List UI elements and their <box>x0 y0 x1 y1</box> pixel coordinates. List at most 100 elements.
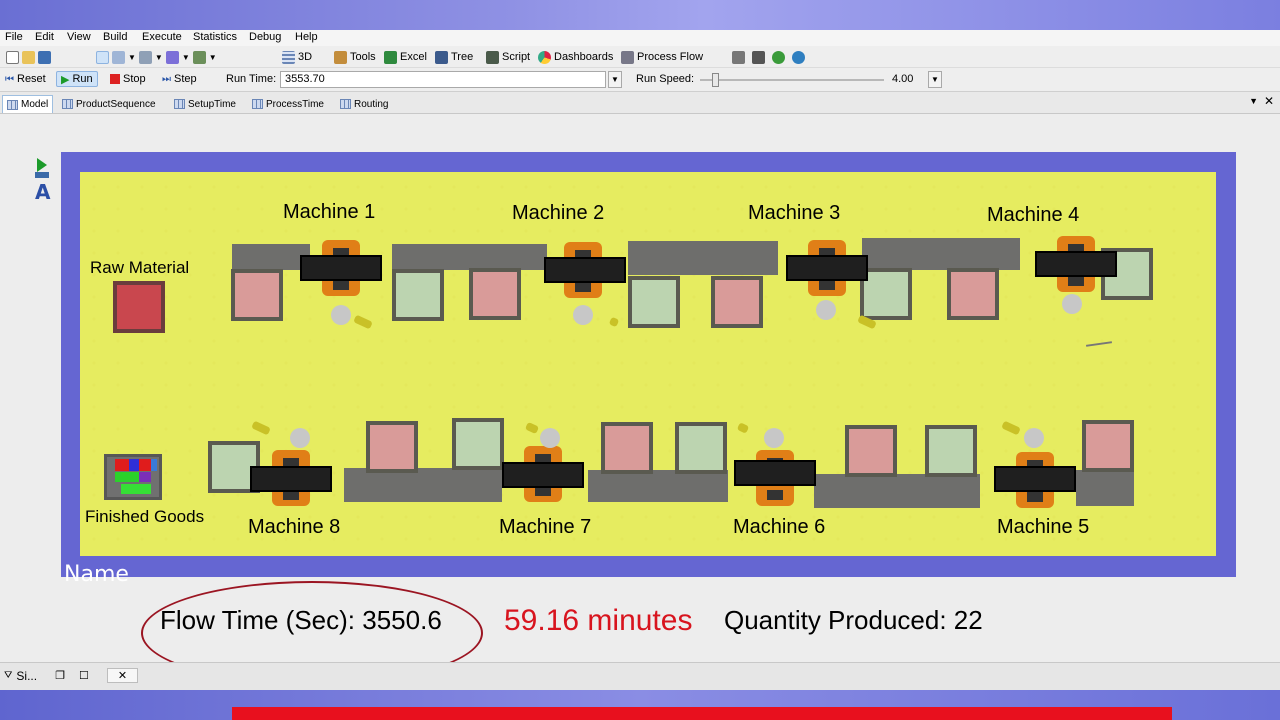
group-icon[interactable] <box>192 50 206 64</box>
menu-file[interactable]: File <box>5 31 23 43</box>
tab-label: Routing <box>354 98 389 110</box>
run-button[interactable]: ▶ Run <box>56 71 98 87</box>
new-file-icon[interactable] <box>6 50 19 64</box>
tab-setup-time[interactable]: SetupTime <box>170 95 240 113</box>
minimized-window-tab[interactable]: ⛛ Si... ❐ ☐ ✕ <box>4 668 139 683</box>
tab-list-chevron-icon[interactable]: ▼ <box>1249 96 1258 106</box>
run-speed-slider[interactable] <box>700 79 884 81</box>
run-time-field[interactable]: 3553.70 <box>280 71 606 88</box>
table-icon <box>7 99 18 110</box>
globe-icon[interactable] <box>792 50 805 64</box>
queue-box[interactable] <box>628 276 680 328</box>
layout-icon[interactable] <box>732 50 745 64</box>
process-flow-button[interactable]: Process Flow <box>621 49 703 65</box>
table-icon <box>174 99 185 109</box>
view-3d-button[interactable]: 3D <box>282 49 312 65</box>
red-accent-bar <box>232 707 1172 720</box>
operator-disc <box>1024 428 1044 448</box>
queue-box[interactable] <box>452 418 504 470</box>
chevron-down-icon[interactable]: ▼ <box>928 71 942 88</box>
queue-box[interactable] <box>601 422 653 474</box>
save-icon[interactable] <box>38 50 51 64</box>
connect-center-icon[interactable] <box>138 50 152 64</box>
machine-8-label: Machine 8 <box>248 516 341 538</box>
queue-box[interactable] <box>711 276 763 328</box>
conveyor[interactable] <box>862 238 1020 270</box>
connect-objects-icon[interactable] <box>112 50 125 64</box>
bottom-doc-strip: ⛛ Si... ❐ ☐ ✕ <box>0 662 1280 690</box>
menu-edit[interactable]: Edit <box>35 31 54 43</box>
conveyor[interactable] <box>588 470 728 502</box>
reset-label: Reset <box>17 73 46 85</box>
pointer-icon[interactable] <box>96 50 109 64</box>
tab-routing[interactable]: Routing <box>336 95 392 113</box>
step-label: Step <box>174 73 197 85</box>
help-icon[interactable] <box>772 50 785 64</box>
queue-box[interactable] <box>469 268 521 320</box>
conveyor[interactable] <box>814 474 980 508</box>
conveyor[interactable] <box>628 241 778 275</box>
raw-material-source[interactable] <box>113 281 165 333</box>
queue-box[interactable] <box>925 425 977 477</box>
script-label: Script <box>502 51 531 63</box>
maximize-icon[interactable]: ☐ <box>79 669 89 682</box>
menu-view[interactable]: View <box>67 31 91 43</box>
model-a-icon: A <box>35 180 51 204</box>
top-band <box>0 0 1280 30</box>
excel-button[interactable]: Excel <box>384 49 427 65</box>
run-label: Run <box>72 73 93 85</box>
restore-icon[interactable]: ❐ <box>55 669 65 682</box>
reset-icon: ⏮ <box>5 73 14 85</box>
chevron-down-icon[interactable]: ▼ <box>209 53 217 62</box>
menu-execute[interactable]: Execute <box>142 31 182 43</box>
tree-label: Tree <box>451 51 474 63</box>
tree-button[interactable]: Tree <box>435 49 473 65</box>
close-icon[interactable]: ✕ <box>1264 94 1274 108</box>
conveyor[interactable] <box>392 244 547 270</box>
close-icon[interactable]: ✕ <box>106 668 139 683</box>
dashboards-button[interactable]: Dashboards <box>538 49 613 65</box>
queue-box[interactable] <box>947 268 999 320</box>
menu-build[interactable]: Build <box>103 31 127 43</box>
queue-box[interactable] <box>1082 420 1134 472</box>
chevron-down-icon[interactable]: ▼ <box>182 53 190 62</box>
script-button[interactable]: Script <box>486 49 530 65</box>
model-run-icon: A <box>35 158 59 204</box>
machine-4-label: Machine 4 <box>987 204 1080 226</box>
queue-box[interactable] <box>392 269 444 321</box>
slider-handle[interactable] <box>712 73 719 87</box>
run-speed-label: Run Speed: <box>636 73 695 85</box>
machine-7-belt <box>502 462 584 488</box>
stop-button[interactable]: Stop <box>110 71 146 87</box>
chevron-down-icon[interactable]: ▼ <box>608 71 622 88</box>
tab-model[interactable]: Model <box>2 95 54 113</box>
shape-icon[interactable] <box>165 50 179 64</box>
menu-help[interactable]: Help <box>295 31 318 43</box>
quantity-produced-text: Quantity Produced: 22 <box>724 605 983 635</box>
tab-process-time[interactable]: ProcessTime <box>248 95 328 113</box>
queue-box[interactable] <box>675 422 727 474</box>
operator-disc <box>816 300 836 320</box>
queue-box[interactable] <box>231 269 283 321</box>
tab-product-sequence[interactable]: ProductSequence <box>58 95 160 113</box>
step-button[interactable]: ⏭ Step <box>162 71 197 87</box>
reset-button[interactable]: ⏮ Reset <box>5 71 46 87</box>
window-icon[interactable] <box>752 50 765 64</box>
menu-statistics[interactable]: Statistics <box>193 31 237 43</box>
conveyor[interactable] <box>232 244 310 270</box>
tree-icon <box>435 50 448 64</box>
dashboards-icon <box>538 50 551 64</box>
tools-icon <box>334 50 347 64</box>
conveyor[interactable] <box>1076 470 1134 506</box>
open-folder-icon[interactable] <box>22 50 35 64</box>
tools-button[interactable]: Tools <box>334 49 376 65</box>
queue-box[interactable] <box>366 421 418 473</box>
conveyor[interactable] <box>344 468 502 502</box>
finished-goods-sink[interactable] <box>104 454 162 500</box>
queue-box[interactable] <box>845 425 897 477</box>
tab-label: SetupTime <box>188 98 236 110</box>
menu-debug[interactable]: Debug <box>249 31 281 43</box>
excel-icon <box>384 50 397 64</box>
chevron-down-icon[interactable]: ▼ <box>128 53 136 62</box>
chevron-down-icon[interactable]: ▼ <box>155 53 163 62</box>
